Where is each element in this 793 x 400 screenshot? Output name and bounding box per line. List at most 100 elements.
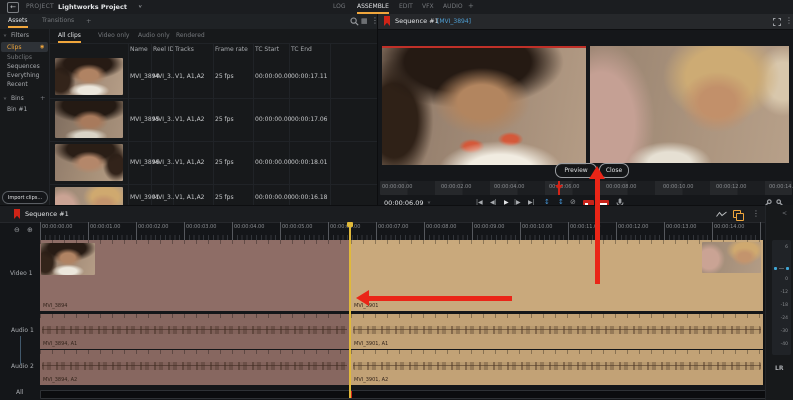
sidebar-item-clips[interactable]: Clips ◉ [1,42,48,52]
bins-header: Bins [11,95,24,102]
room-tab-log[interactable]: LOG [333,3,346,10]
viewer-ruler[interactable]: 00:00:00.00 00:00:02.00 00:00:04.00 00:0… [380,181,792,195]
sidebar-item-subclips[interactable]: Subclips [7,54,32,61]
meter-scale-6: 6 [785,245,788,250]
timeline-clip-audio1-mvi3894[interactable]: MVI_3894, A1 [40,314,350,349]
track-label-video1[interactable]: Video 1 [10,270,33,277]
preview-button[interactable]: Preview [555,163,597,178]
sync-lock-icon[interactable] [733,210,741,218]
meter-scale--18: -18 [781,303,788,308]
clip-list-panel: All clips Video only Audio only Rendered… [50,29,377,205]
clips-tab-rendered[interactable]: Rendered [176,32,205,39]
timeline-overview-bar[interactable] [40,390,767,399]
timeline-menu-kebab-icon[interactable]: ⋮ [752,210,760,218]
video1-track: MVI_3894 MVI_3901 [40,240,765,311]
collapse-panel-chevron-left-icon[interactable]: < [782,210,787,217]
room-tab-edit[interactable]: EDIT [399,3,413,10]
sidebar-item-everything[interactable]: Everything [7,72,39,79]
top-bar: ← PROJECT Lightworks Project ∨ LOG ASSEM… [0,0,793,15]
timeline-clip-audio2-mvi3901[interactable]: MVI_3901, A2 [351,350,763,385]
viewer-frame-left[interactable] [382,46,586,165]
track-label-all[interactable]: All [16,389,23,396]
close-button[interactable]: Close [599,163,629,178]
meter-channels-label: LR [775,365,783,372]
timeline-clip-label: MVI_3901, A2 [354,377,388,383]
column-header-tracks[interactable]: Tracks [175,46,194,53]
timeline-clip-video-mvi3901[interactable]: MVI_3901 [351,240,763,311]
clip-thumbnail [55,187,123,205]
tab-assets[interactable]: Assets [8,17,28,28]
timeline-zoom-in-icon[interactable]: ⊕ [27,226,33,234]
assets-header-bar: Assets Transitions + ▦ ⋮ [0,14,377,30]
viewer-frame-right[interactable] [590,46,789,163]
viewer-title: Sequence #1 [395,17,439,25]
timeline-zoom-out-icon[interactable]: ⊖ [14,226,20,234]
tab-transitions[interactable]: Transitions [42,17,74,24]
filter-active-dot-icon: ◉ [40,44,44,50]
sidebar-item-sequences[interactable]: Sequences [7,63,40,70]
ruler-tick: 00:00:02.00 [138,224,168,230]
import-clips-button[interactable]: Import clips... [2,191,48,204]
column-header-tc-end[interactable]: TC End [291,46,312,53]
ruler-tick: 00:00:09.00 [474,224,504,230]
add-bin-button[interactable]: + [40,94,45,102]
project-name[interactable]: Lightworks Project [58,3,127,11]
add-room-button[interactable]: + [468,2,474,10]
viewer-clip-ref[interactable]: [MVI_3894] [437,18,471,25]
clip-tracks: V1, A1,A2 [175,116,205,123]
filters-chevron-down-icon[interactable]: ∨ [3,34,7,38]
ruler-tick: 00:00:04.00 [234,224,264,230]
ruler-tick: 00:00:08.00 [426,224,456,230]
add-panel-tab-button[interactable]: + [86,17,91,25]
room-tab-vfx[interactable]: VFX [422,3,434,10]
frame-ticks [40,350,349,354]
clip-row-mvi-3894[interactable]: MVI_3894 MVI_3.. V1, A1,A2 25 fps 00:00:… [50,55,377,99]
track-label-audio1[interactable]: Audio 1 [11,327,34,334]
audio-waveform [42,326,347,334]
frame-ticks [40,314,349,318]
bins-chevron-down-icon[interactable]: ∨ [3,97,7,101]
project-chevron-down-icon[interactable]: ∨ [138,4,142,9]
room-tab-audio[interactable]: AUDIO [443,3,463,10]
timeline-playhead[interactable] [349,222,351,398]
clips-tab-audio-only[interactable]: Audio only [138,32,170,39]
column-header-frame-rate[interactable]: Frame rate [215,46,248,53]
ruler-tick: 00:00:10.00 [522,224,552,230]
clip-tc-end: 00:00:18.01 [291,159,328,166]
meter-level-dot-left [774,267,777,270]
viewer-menu-kebab-icon[interactable]: ⋮ [785,17,793,25]
clip-frame-rate: 25 fps [215,159,234,166]
sidebar-item-recent[interactable]: Recent [7,81,28,88]
clips-tab-video-only[interactable]: Video only [98,32,129,39]
ruler-tick: 00:00:04.00 [494,184,524,190]
timeline-clip-audio2-mvi3894[interactable]: MVI_3894, A2 [40,350,350,385]
column-header-tc-start[interactable]: TC Start [255,46,279,53]
column-header-name[interactable]: Name [130,46,148,53]
room-tab-assemble[interactable]: ASSEMBLE [357,3,389,14]
timeline-clip-thumbnail [702,242,761,273]
clips-tab-all[interactable]: All clips [58,32,81,43]
audio-waveform [42,362,347,370]
clip-row-mvi-3895[interactable]: MVI_3895 MVI_3.. V1, A1,A2 25 fps 00:00:… [50,98,377,142]
clip-row-mvi-3896[interactable]: MVI_3896 MVI_3.. V1, A1,A2 25 fps 00:00:… [50,141,377,185]
clip-frame-rate: 25 fps [215,116,234,123]
ruler-tick: 00:00:01.00 [90,224,120,230]
sidebar-item-clips-label: Clips [7,44,21,51]
viewer-header: Sequence #1 [MVI_3894] ⋮ [378,14,793,30]
viewer-playhead-marker [555,185,563,190]
column-header-reel-id[interactable]: Reel ID [153,46,174,53]
timeline-clip-video-mvi3894[interactable]: MVI_3894 [40,240,350,311]
sidebar-item-bin1[interactable]: Bin #1 [7,106,27,113]
audio2-track: MVI_3894, A2 MVI_3901, A2 [40,350,765,385]
tile-view-icon[interactable]: ▦ [361,17,368,25]
search-icon[interactable] [350,17,359,26]
timeline-title: Sequence #1 [25,210,69,218]
track-label-audio2[interactable]: Audio 2 [11,363,34,370]
fullscreen-icon[interactable] [773,18,781,26]
ruler-tick: 00:00:12.00 [716,184,746,190]
exit-project-icon[interactable]: ← [7,2,19,13]
keyframes-icon[interactable] [716,211,727,218]
timeline-ruler[interactable]: 00:00:00.00 00:00:01.00 00:00:02.00 00:0… [40,222,765,240]
timeline-clip-audio1-mvi3901[interactable]: MVI_3901, A1 [351,314,763,349]
clip-row-mvi-3901[interactable]: MVI_3901 MVI_3.. V1, A1,A2 25 fps 00:00:… [50,184,377,205]
